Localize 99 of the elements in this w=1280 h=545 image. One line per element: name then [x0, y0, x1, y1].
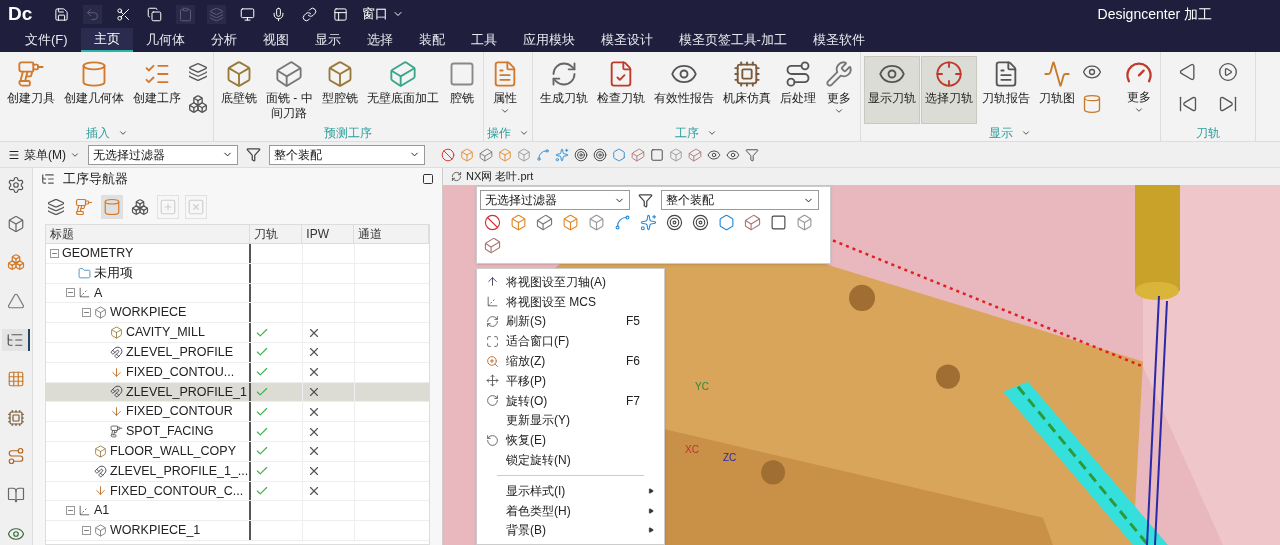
tree-node-label: FIXED_CONTOUR	[126, 403, 233, 421]
tree-node-label: ZLEVEL_PROFILE_1_...	[110, 462, 249, 480]
ribbon-button[interactable]: 刀轨图	[1034, 56, 1079, 124]
tree-node-label: ZLEVEL_PROFILE	[126, 344, 233, 361]
ribbon-tab[interactable]: 模圣设计	[587, 28, 666, 52]
window-menu[interactable]: 窗口	[362, 4, 405, 24]
ribbon-tab[interactable]: 主页	[80, 28, 133, 52]
tree-node-label: FIXED_CONTOU...	[126, 363, 235, 381]
ribbon-button[interactable]: 面铣 - 中 间刀路	[262, 56, 317, 124]
tree-row[interactable]: ZLEVEL_PROFILE	[46, 343, 429, 363]
group-label: 显示	[989, 125, 1014, 142]
group-label: 预测工序	[324, 125, 373, 142]
column-header[interactable]: 通道	[354, 225, 429, 243]
scope-dropdown[interactable]: 整个装配	[269, 144, 425, 165]
menu-item[interactable]: 缩放(Z) F6	[477, 351, 664, 371]
tree-row[interactable]: FIXED_CONTOU...	[46, 362, 429, 383]
ribbon-tab[interactable]: 文件(F)	[12, 28, 81, 52]
tree-row[interactable]: WORKPIECE_1	[46, 521, 429, 541]
ribbon-button[interactable]: 创建几何体	[60, 56, 128, 124]
tree-row[interactable]: CAVITY_MILL	[46, 323, 429, 343]
tree-node-label: GEOMETRY	[62, 245, 134, 262]
tree-node-label: WORKPIECE_1	[110, 522, 201, 540]
ribbon-button[interactable]: 选择刀轨	[920, 56, 977, 124]
ribbon-button[interactable]: 底壁铣	[217, 56, 261, 124]
ribbon-button[interactable]: 创建工序	[129, 56, 185, 124]
tree-row[interactable]: A	[46, 283, 429, 304]
ribbon-tab[interactable]: 模圣软件	[799, 28, 878, 52]
tree-row[interactable]: FIXED_CONTOUR	[46, 402, 429, 423]
tree-row[interactable]: ZLEVEL_PROFILE_1_...	[46, 461, 429, 482]
menu-item[interactable]: 刷新(S) F5	[477, 311, 664, 332]
menu-button[interactable]: 菜单(M)	[8, 145, 80, 164]
menu-item[interactable]: 背景(B)	[477, 520, 664, 541]
tree-row[interactable]: 未用项	[46, 263, 429, 284]
ribbon-tab[interactable]: 几何体	[132, 28, 198, 52]
column-header[interactable]: 标题	[46, 225, 251, 243]
ribbon-tab[interactable]: 模圣页签工具-加工	[665, 28, 800, 52]
group-label: 刀轨	[1195, 125, 1220, 142]
tree-node-label: A1	[94, 502, 110, 520]
ribbon-button[interactable]: 机床仿真	[718, 56, 775, 124]
tree-node-label: A	[94, 284, 103, 302]
menu-item[interactable]: 将视图设至刀轴(A)	[477, 272, 664, 292]
tree-node-label: 未用项	[94, 264, 133, 282]
ribbon-button[interactable]: 更多	[1120, 56, 1157, 124]
column-header[interactable]: IPW	[302, 225, 355, 243]
type-filter-dropdown[interactable]: 无选择过滤器	[88, 144, 238, 165]
ribbon-button[interactable]: 生成刀轨	[535, 56, 592, 124]
ribbon-tab[interactable]: 选择	[353, 28, 406, 52]
tree-node-label: FLOOR_WALL_COPY	[110, 443, 236, 460]
menu-item[interactable]: 锁定旋转(N)	[477, 450, 664, 470]
panel-title: 工序导航器	[63, 170, 128, 189]
tree-node-label: FIXED_CONTOUR_C...	[110, 482, 244, 500]
ribbon-button[interactable]: 检查刀轨	[592, 56, 649, 124]
tree-node-label: SPOT_FACING	[126, 423, 214, 441]
group-label: 插入	[85, 125, 110, 142]
ribbon-button[interactable]: 刀轨报告	[977, 56, 1034, 124]
view-tab[interactable]: NX网 老叶.prt	[466, 168, 534, 185]
ribbon-tab[interactable]: 分析	[197, 28, 250, 52]
app-logo: Dc	[8, 1, 33, 26]
ribbon-button[interactable]: 型腔铣	[317, 56, 362, 124]
ribbon-button[interactable]: 显示刀轨	[863, 56, 920, 124]
axis-label: YC	[695, 380, 709, 392]
ribbon-tab[interactable]: 装配	[405, 28, 458, 52]
ribbon-button[interactable]: 属性	[486, 56, 523, 124]
ribbon-button[interactable]: 腔铣	[443, 56, 480, 124]
menu-item[interactable]: 将视图设至 MCS	[477, 291, 664, 312]
tree-row[interactable]: ZLEVEL_PROFILE_1	[46, 382, 429, 403]
tree-row[interactable]: WORKPIECE	[46, 303, 429, 324]
type-filter-dropdown[interactable]: 无选择过滤器	[480, 190, 630, 210]
axis-label: ZC	[723, 452, 737, 464]
ribbon-tab[interactable]: 显示	[301, 28, 354, 52]
tree-row[interactable]: A1	[46, 501, 429, 522]
menu-item[interactable]: 着色类型(H)	[477, 500, 664, 521]
menu-item[interactable]: 旋转(O) F7	[477, 390, 664, 411]
scope-dropdown[interactable]: 整个装配	[661, 190, 819, 210]
tree-node-label: WORKPIECE	[110, 304, 187, 322]
ribbon-button[interactable]: 创建刀具	[3, 56, 59, 124]
tree-node-label: ZLEVEL_PROFILE_1	[126, 383, 247, 401]
ribbon-tab[interactable]: 工具	[457, 28, 510, 52]
column-header[interactable]: 刀轨	[250, 225, 303, 243]
ribbon-button[interactable]: 有效性报告	[649, 56, 718, 124]
tree-row[interactable]: GEOMETRY	[46, 244, 429, 264]
ribbon-button[interactable]: 无壁底面加工	[362, 56, 443, 124]
tree-row[interactable]: FIXED_CONTOUR_C...	[46, 481, 429, 502]
axis-label: XC	[685, 444, 699, 456]
menu-item[interactable]: 恢复(E)	[477, 430, 664, 451]
tree-row[interactable]: SPOT_FACING	[46, 422, 429, 442]
menu-item[interactable]: 显示样式(I)	[477, 480, 664, 501]
app-title: Designcenter 加工	[1097, 4, 1212, 24]
ribbon-tab[interactable]: 视图	[249, 28, 302, 52]
tree-node-label: CAVITY_MILL	[126, 324, 205, 342]
tree-row[interactable]: FLOOR_WALL_COPY	[46, 441, 429, 462]
menu-item[interactable]: 平移(P)	[477, 371, 664, 391]
menu-item[interactable]: 更新显示(Y)	[477, 410, 664, 431]
ribbon-button[interactable]: 更多	[820, 56, 857, 124]
ribbon-button[interactable]: 后处理	[775, 56, 820, 124]
ribbon-tab[interactable]: 应用模块	[509, 28, 588, 52]
group-label: 工序	[675, 125, 700, 142]
menu-item[interactable]: 适合窗口(F)	[477, 331, 664, 352]
group-label: 操作	[486, 125, 511, 142]
